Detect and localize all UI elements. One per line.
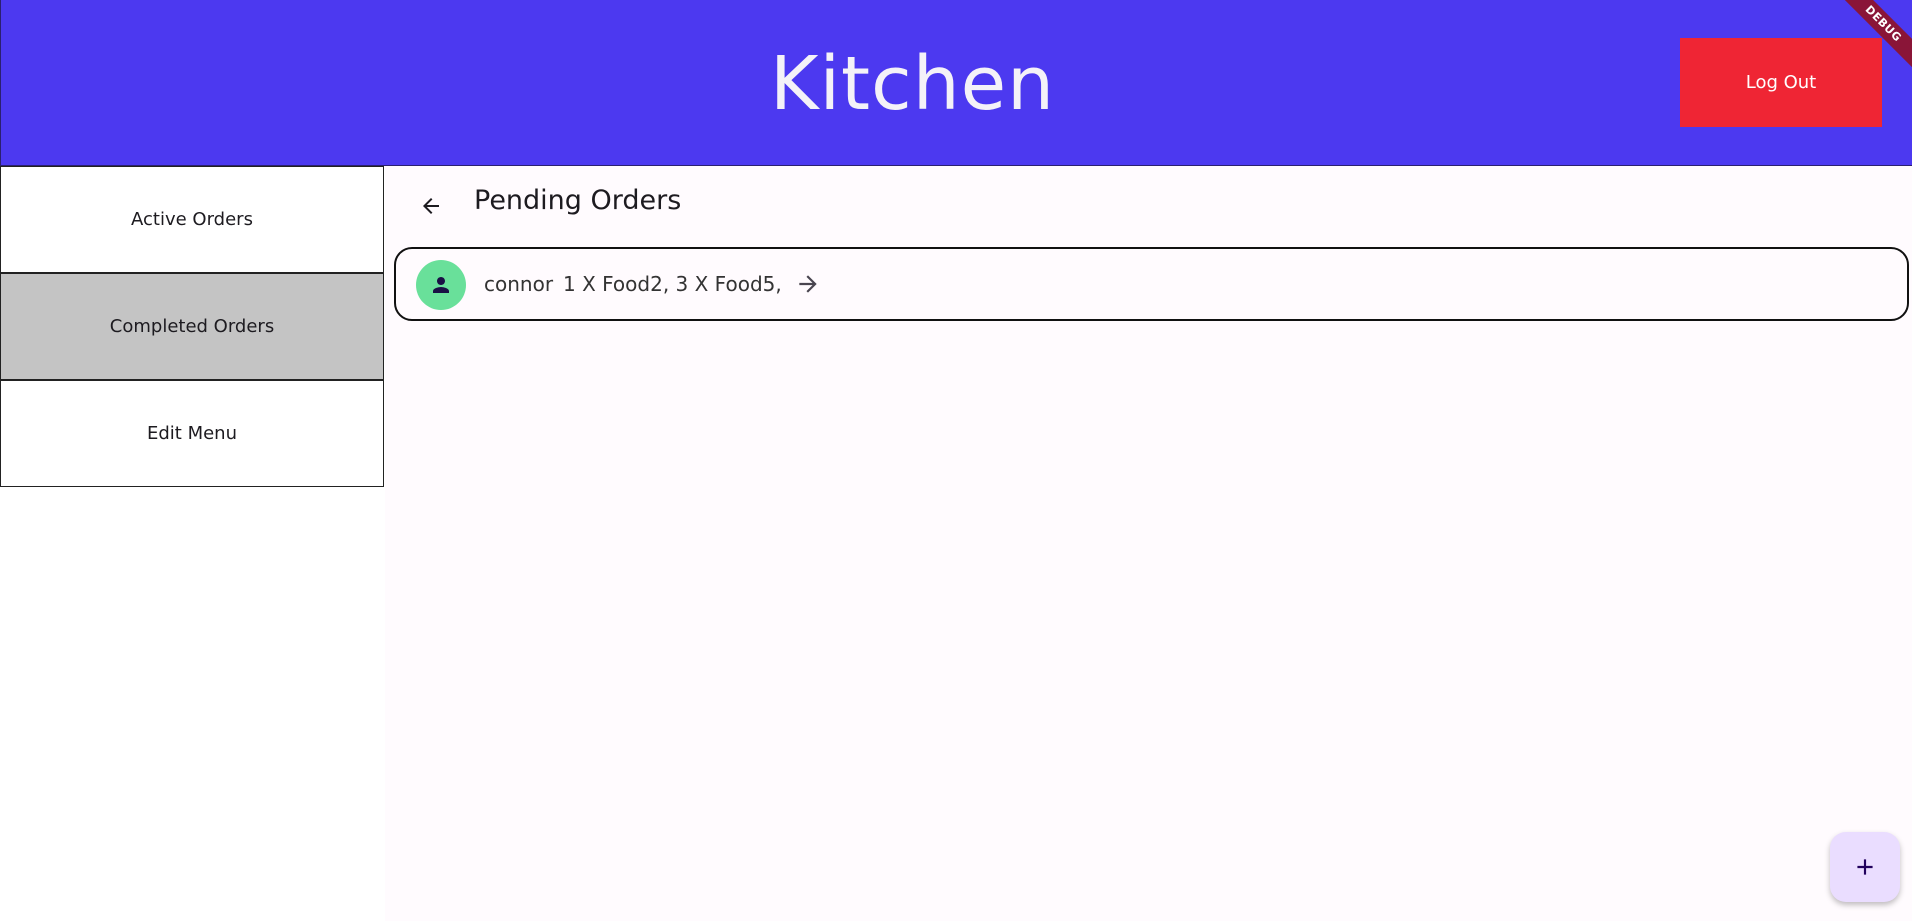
add-button[interactable] <box>1830 832 1900 902</box>
add-icon <box>1857 859 1873 875</box>
sidebar-item-label: Active Orders <box>131 209 253 230</box>
sidebar-item-active-orders[interactable]: Active Orders <box>0 166 384 273</box>
app-title: Kitchen <box>769 41 1056 127</box>
page-title: Pending Orders <box>474 185 682 216</box>
person-icon <box>433 277 449 293</box>
arrow-back-icon <box>423 198 439 214</box>
sidebar-item-completed-orders[interactable]: Completed Orders <box>0 273 384 380</box>
sidebar-item-edit-menu[interactable]: Edit Menu <box>0 380 384 487</box>
app-header: Kitchen Log Out DEBUG <box>0 0 1912 166</box>
customer-name: connor <box>484 272 554 296</box>
open-order-button[interactable] <box>790 266 826 302</box>
back-button[interactable] <box>407 182 455 230</box>
sidebar-item-label: Completed Orders <box>109 316 275 337</box>
main-content: Pending Orders connor 1 X Food2, 3 X Foo… <box>385 166 1912 921</box>
sidebar: Active Orders Completed Orders Edit Menu <box>0 166 385 921</box>
order-list-item[interactable]: connor 1 X Food2, 3 X Food5, <box>394 247 1909 321</box>
avatar <box>416 260 466 310</box>
order-items: 1 X Food2, 3 X Food5, <box>563 272 782 296</box>
sidebar-item-label: Edit Menu <box>147 423 237 444</box>
logout-button[interactable]: Log Out <box>1680 38 1882 127</box>
arrow-forward-icon <box>799 275 817 293</box>
